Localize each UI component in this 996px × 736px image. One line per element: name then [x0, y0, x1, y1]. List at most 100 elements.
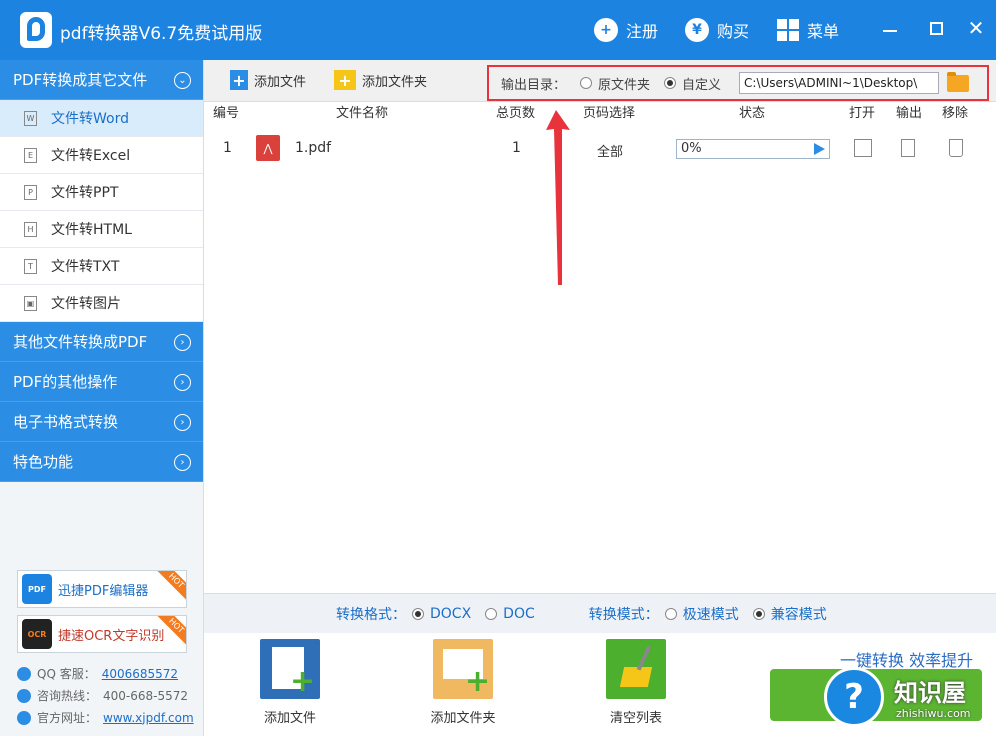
section-label: 电子书格式转换	[13, 413, 119, 431]
row-num: 1	[223, 140, 232, 156]
play-icon[interactable]	[814, 143, 825, 155]
minimize-icon	[883, 30, 897, 32]
sidebar-section-other-to-pdf[interactable]: 其他文件转换成PDF ›	[0, 322, 203, 362]
ppt-file-icon: P	[24, 184, 37, 200]
promo-pdf-editor[interactable]: PDF 迅捷PDF编辑器 HOT	[17, 570, 187, 608]
big-add-folder-button[interactable]: + 添加文件夹	[418, 639, 508, 726]
bottom-actions: + 添加文件 + 添加文件夹 清空列表 一键转换 效率提升 ? 知识屋 zhis…	[204, 633, 996, 736]
add-file-button[interactable]: + 添加文件	[230, 70, 306, 90]
sidebar-section-pdf-ops[interactable]: PDF的其他操作 ›	[0, 362, 203, 402]
qq-link[interactable]: 4006685572	[102, 667, 178, 681]
word-file-icon: W	[24, 110, 37, 126]
add-folder-large-icon: +	[433, 639, 493, 699]
section-label: 其他文件转换成PDF	[13, 333, 148, 351]
clear-list-button[interactable]: 清空列表	[591, 639, 681, 726]
radio-docx[interactable]	[412, 607, 424, 620]
big-add-file-button[interactable]: + 添加文件	[245, 639, 335, 726]
pdf-file-icon: ⋀	[256, 135, 280, 161]
col-name: 文件名称	[336, 106, 389, 121]
ocr-icon: OCR	[22, 619, 52, 649]
sidebar-item-to-txt[interactable]: T 文件转TXT	[0, 248, 203, 285]
chevron-right-icon: ›	[174, 374, 191, 391]
contact-hotline: 咨询热线： 400-668-5572	[17, 687, 188, 704]
yen-icon: ¥	[685, 18, 709, 42]
sidebar-item-to-ppt[interactable]: P 文件转PPT	[0, 174, 203, 211]
row-page-range[interactable]: 全部	[597, 141, 623, 160]
sidebar-item-to-html[interactable]: H 文件转HTML	[0, 211, 203, 248]
app-title: pdf转换器V6.7免费试用版	[60, 24, 263, 44]
add-folder-icon: +	[334, 70, 356, 90]
buy-button[interactable]: ¥ 购买	[685, 16, 749, 44]
format-label: 转换格式：	[336, 606, 406, 623]
sidebar-section-pdf-to-other[interactable]: PDF转换成其它文件 ⌄	[0, 60, 203, 100]
headset-icon	[17, 688, 31, 703]
doc-label: DOC	[503, 605, 535, 622]
grid-menu-icon	[777, 19, 799, 41]
section-label: 特色功能	[13, 453, 74, 471]
hotline-value: 400-668-5572	[103, 688, 189, 703]
site-label: 官方网址：	[37, 711, 98, 725]
maximize-button[interactable]	[920, 14, 952, 42]
row-filename: 1.pdf	[295, 140, 332, 156]
maximize-icon	[929, 21, 943, 35]
close-button[interactable]: ✕	[960, 14, 992, 42]
sidebar-item-label: 文件转PPT	[51, 185, 119, 201]
sidebar: PDF转换成其它文件 ⌄ W 文件转Word E 文件转Excel P 文件转P…	[0, 60, 204, 736]
trash-icon[interactable]	[949, 139, 963, 157]
radio-doc[interactable]	[485, 607, 498, 620]
row-progress: 0%	[676, 139, 830, 159]
close-icon: ✕	[967, 16, 985, 40]
compat-mode-label: 兼容模式	[770, 606, 827, 623]
title-bar: pdf转换器V6.7免费试用版 + 注册 ¥ 购买 菜单 ✕	[0, 0, 996, 60]
register-button[interactable]: + 注册	[594, 16, 658, 44]
annotation-arrow	[546, 110, 570, 285]
clear-list-label: 清空列表	[609, 711, 662, 726]
add-folder-button[interactable]: + 添加文件夹	[334, 70, 427, 90]
chevron-right-icon: ›	[174, 454, 191, 471]
buy-label: 购买	[717, 22, 750, 41]
output-icon[interactable]	[901, 139, 915, 157]
radio-custom[interactable]	[664, 77, 677, 89]
watermark: ? 知识屋 zhishiwu.com	[824, 667, 996, 736]
promo-ocr[interactable]: OCR 捷速OCR文字识别 HOT	[17, 615, 187, 653]
col-open: 打开	[849, 106, 876, 121]
source-folder-label: 原文件夹	[598, 77, 651, 93]
progress-text: 0%	[681, 141, 702, 156]
question-icon: ?	[824, 667, 884, 727]
sidebar-item-to-excel[interactable]: E 文件转Excel	[0, 137, 203, 174]
sidebar-item-label: 文件转Word	[51, 111, 129, 127]
site-link[interactable]: www.xjpdf.com	[103, 711, 194, 725]
broom-icon	[606, 639, 666, 699]
output-path-input[interactable]	[739, 72, 940, 94]
radio-compat-mode[interactable]	[752, 607, 765, 620]
radio-source-folder[interactable]	[580, 77, 593, 89]
add-file-label: 添加文件	[254, 74, 307, 90]
sidebar-item-label: 文件转HTML	[51, 222, 132, 238]
sidebar-item-label: 文件转图片	[51, 296, 121, 312]
docx-label: DOCX	[430, 605, 472, 622]
sidebar-section-features[interactable]: 特色功能 ›	[0, 442, 203, 482]
chevron-right-icon: ›	[174, 334, 191, 351]
sidebar-item-to-word[interactable]: W 文件转Word	[0, 100, 203, 137]
row-pages: 1	[512, 140, 521, 156]
fast-mode-label: 极速模式	[682, 606, 739, 623]
folder-browse-icon[interactable]	[947, 71, 970, 92]
promo-label: 迅捷PDF编辑器	[58, 583, 149, 599]
register-label: 注册	[626, 22, 659, 41]
sidebar-item-to-image[interactable]: ▣ 文件转图片	[0, 285, 203, 322]
open-external-icon[interactable]	[854, 139, 872, 157]
sidebar-item-label: 文件转TXT	[51, 259, 120, 275]
user-add-icon: +	[594, 18, 618, 42]
menu-button[interactable]: 菜单	[777, 16, 839, 44]
col-pages: 总页数	[496, 106, 536, 121]
radio-fast-mode[interactable]	[664, 607, 677, 620]
minimize-button[interactable]	[874, 14, 906, 42]
contact-qq: QQ 客服： 4006685572	[17, 665, 178, 682]
txt-file-icon: T	[24, 258, 37, 274]
sidebar-section-ebook[interactable]: 电子书格式转换 ›	[0, 402, 203, 442]
table-row[interactable]: 1 ⋀ 1.pdf 1 全部 0%	[204, 132, 996, 166]
add-file-icon: +	[230, 70, 248, 90]
qq-icon	[17, 666, 31, 681]
col-output: 输出	[896, 106, 923, 121]
file-table-header: 编号 文件名称 总页数 页码选择 状态 打开 输出 移除	[204, 102, 996, 124]
